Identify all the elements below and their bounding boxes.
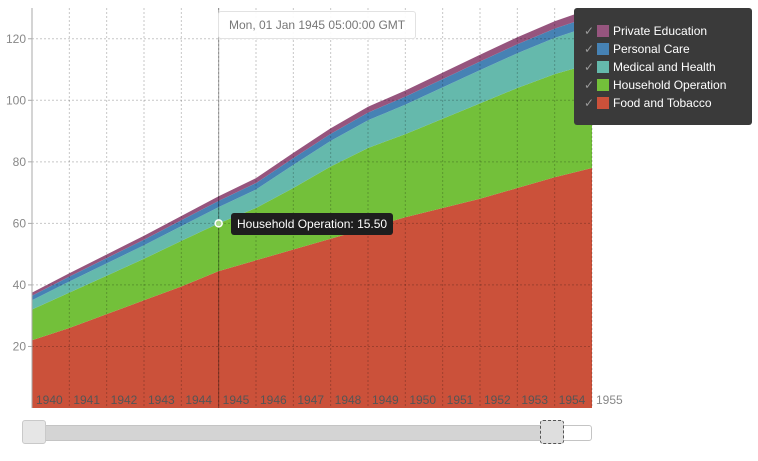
- x-tick-label: 1948: [335, 393, 362, 407]
- check-icon: ✓: [584, 78, 595, 92]
- check-icon: ✓: [584, 60, 595, 74]
- x-tick-label: 1943: [148, 393, 175, 407]
- check-icon: ✓: [584, 42, 595, 56]
- slider-selected-range[interactable]: [23, 426, 554, 440]
- y-tick-label: 60: [13, 216, 27, 230]
- legend-label: Food and Tobacco: [613, 96, 712, 110]
- x-tick-label: 1946: [260, 393, 287, 407]
- y-tick-label: 80: [13, 155, 27, 169]
- x-tick-label: 1954: [559, 393, 586, 407]
- x-tick-label: 1952: [484, 393, 511, 407]
- hover-date-label: Mon, 01 Jan 1945 05:00:00 GMT: [218, 11, 417, 39]
- x-tick-label: 1949: [372, 393, 399, 407]
- x-tick-label: 1951: [447, 393, 474, 407]
- x-tick-label: 1941: [73, 393, 100, 407]
- legend-label: Personal Care: [613, 42, 690, 56]
- x-tick-label: 1953: [521, 393, 548, 407]
- legend-item-household-operation[interactable]: ✓ Household Operation: [574, 76, 752, 94]
- hover-point: [214, 219, 223, 228]
- y-tick-label: 20: [13, 339, 27, 353]
- value-tooltip: Household Operation: 15.50: [231, 213, 394, 235]
- check-icon: ✓: [584, 96, 595, 110]
- y-tick-label: 40: [13, 278, 27, 292]
- legend-label: Private Education: [613, 24, 708, 38]
- slider-handle-end[interactable]: [540, 420, 565, 444]
- legend-item-private-education[interactable]: ✓ Private Education: [574, 22, 752, 40]
- x-tick-label: 1944: [185, 393, 212, 407]
- y-tick-labels: 20 40 60 80 100 120: [6, 32, 32, 353]
- legend-item-personal-care[interactable]: ✓ Personal Care: [574, 40, 752, 58]
- area-series-group: [32, 8, 592, 408]
- x-tick-label: 1940: [36, 393, 63, 407]
- legend-label: Household Operation: [613, 78, 727, 92]
- legend: ✓ Private Education ✓ Personal Care ✓ Me…: [574, 8, 752, 125]
- y-tick-label: 120: [6, 32, 26, 46]
- legend-swatch: [597, 97, 609, 109]
- x-tick-label: 1955: [596, 393, 623, 407]
- legend-item-medical-and-health[interactable]: ✓ Medical and Health: [574, 58, 752, 76]
- legend-item-food-and-tobacco[interactable]: ✓ Food and Tobacco: [574, 94, 752, 112]
- slider-handle-start[interactable]: [22, 420, 46, 444]
- legend-swatch: [597, 25, 609, 37]
- legend-swatch: [597, 79, 609, 91]
- x-tick-label: 1947: [297, 393, 324, 407]
- legend-swatch: [597, 43, 609, 55]
- x-tick-label: 1945: [223, 393, 250, 407]
- x-tick-label: 1942: [111, 393, 138, 407]
- legend-label: Medical and Health: [613, 60, 716, 74]
- x-tick-label: 1950: [409, 393, 436, 407]
- legend-swatch: [597, 61, 609, 73]
- range-slider[interactable]: [22, 420, 592, 444]
- y-tick-label: 100: [6, 93, 26, 107]
- check-icon: ✓: [584, 24, 595, 38]
